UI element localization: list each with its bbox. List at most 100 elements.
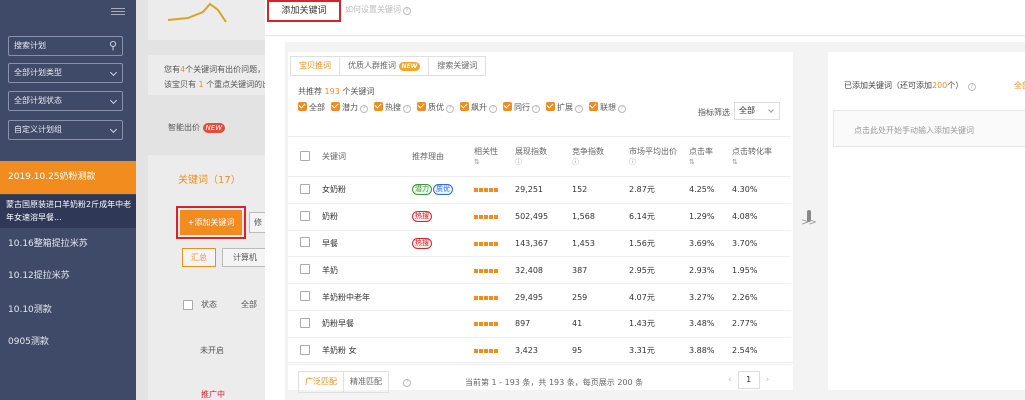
recommend-card: 宝贝推词 优质人群推词 NEW 搜索关键词 共推荐 193 个关键词 全部 潜力… (288, 52, 793, 393)
filter-kuozhan[interactable]: 扩展? (546, 102, 583, 113)
col-relevance[interactable]: 相关性 ⇅ (474, 136, 515, 177)
manual-input-area[interactable]: 点击此处开始手动输入添加关键词 (833, 110, 1025, 147)
filter-resou[interactable]: 热搜? (374, 102, 411, 113)
metric-filter-select[interactable]: 全部 (734, 102, 780, 120)
cell-avg-bid: 1.43元 (629, 310, 689, 338)
next-page-icon[interactable]: › (766, 375, 770, 385)
filter-qianli[interactable]: 潜力? (331, 102, 368, 113)
col-cvr[interactable]: 点击转化率 ⇅ (732, 136, 791, 177)
reason-tag: 质优 (433, 184, 453, 196)
filter-tonghang[interactable]: 同行? (503, 102, 540, 113)
sidebar-plan-item[interactable]: 0905测款 (0, 334, 136, 347)
bg-row-checkbox[interactable] (183, 300, 193, 312)
sidebar-plan-item[interactable]: 10.16整箱提拉米苏 (0, 236, 136, 249)
col-competition[interactable]: 竞争指数 ⓘ (572, 136, 629, 177)
summary-button[interactable]: 汇总 (182, 248, 216, 267)
sidebar-plan-item[interactable]: 蒙古国原装进口羊奶粉2斤成年中老年女速溶早餐... (0, 195, 136, 228)
filter-lianxiang[interactable]: 联想? (589, 102, 626, 113)
menu-collapse-icon[interactable] (111, 6, 125, 18)
table-row[interactable]: 羊奶粉 女 3,423 95 3.31元 3.88% 2.54% (288, 337, 791, 365)
table-row[interactable]: 女奶粉 潜力 质优 29,251 152 2.87元 4.25% 4.30% (288, 176, 791, 204)
row-checkbox[interactable] (288, 256, 322, 285)
select-all-checkbox[interactable] (288, 136, 322, 177)
plan-type-select[interactable]: 全部计划类型 (8, 63, 123, 83)
sidebar-plan-label: 0905测款 (8, 337, 49, 347)
col-show-index[interactable]: 展现指数 ⓘ (515, 136, 572, 177)
cell-competition: 1,568 (572, 203, 629, 231)
table-row[interactable]: 早餐 热搜 143,367 1,453 1.56元 3.69% 3.70% (288, 230, 791, 258)
cell-show-index: 29,251 (515, 176, 572, 204)
cell-ctr: 1.29% (689, 203, 732, 231)
cell-competition: 1,453 (572, 230, 629, 258)
row-checkbox[interactable] (288, 283, 322, 311)
filter-all[interactable]: 全部 (298, 102, 325, 113)
computer-button[interactable]: 计算机 (222, 248, 268, 267)
cell-cvr: 4.08% (732, 203, 791, 231)
sidebar-plan-label: 10.10测款 (8, 305, 52, 315)
cell-competition: 259 (572, 283, 629, 311)
row-checkbox[interactable] (288, 203, 322, 231)
status-header[interactable]: 状态 (201, 299, 217, 310)
move-right-icon[interactable]: >> (801, 217, 817, 228)
sidebar-plan-item[interactable]: 10.12提拉米苏 (0, 268, 136, 281)
sidebar-plan-item[interactable]: 2019.10.25奶粉测款 (0, 161, 136, 194)
cell-ctr: 3.27% (689, 283, 732, 311)
added-keywords-card: 已添加关键词（还可添加200个） ? 全部 点击此处开始手动输入添加关键词 (828, 52, 1025, 390)
add-keyword-button[interactable]: +添加关键词 (176, 206, 246, 239)
plan-type-value: 全部计划类型 (14, 68, 62, 77)
row-checkbox[interactable] (288, 337, 322, 365)
col-ctr[interactable]: 点击率 ⇅ (689, 136, 732, 177)
table-row[interactable]: 奶粉 热搜 502,495 1,568 6.14元 1.29% 4.08% (288, 203, 791, 231)
col-avg-bid[interactable]: 市场平均出价 ⓘ (629, 136, 689, 177)
tab-how-to-set[interactable]: 如何设置关键词? (345, 4, 411, 15)
all-link[interactable]: 全部 (1014, 80, 1025, 91)
smart-bid-label[interactable]: 智能出价 NEW (168, 122, 226, 133)
table-row[interactable]: 羊奶 32,408 387 2.95元 2.93% 1.95% (288, 256, 791, 285)
keywords-title: 关键词（17） (178, 175, 241, 186)
help-icon: ? (967, 83, 976, 91)
cell-relevance (474, 176, 515, 204)
col-keyword: 关键词 (322, 136, 412, 177)
metric-filter-label: 指标筛选 (698, 108, 730, 117)
prev-page-icon[interactable]: ‹ (728, 375, 732, 385)
row-checkbox[interactable] (288, 230, 322, 258)
row-checkbox[interactable] (288, 310, 322, 338)
relevance-bars (474, 188, 498, 193)
cell-competition: 387 (572, 256, 629, 285)
tab-add-keyword[interactable]: 添加关键词 (267, 0, 341, 22)
cell-cvr: 2.26% (732, 283, 791, 311)
cell-avg-bid: 4.07元 (629, 283, 689, 311)
plan-status-select[interactable]: 全部计划状态 (8, 91, 123, 111)
chevron-down-icon (109, 96, 118, 105)
all-header[interactable]: 全部 (241, 299, 257, 310)
sidebar-plan-label: 10.16整箱提拉米苏 (8, 239, 88, 249)
cell-keyword: 羊奶粉中老年 (322, 283, 412, 311)
tab-search-keyword[interactable]: 搜索关键词 (429, 57, 485, 75)
table-row[interactable]: 奶粉早餐 897 41 1.43元 3.48% 2.77% (288, 310, 791, 338)
new-badge: NEW (202, 123, 226, 133)
tab-exact-match[interactable]: 精准匹配 (344, 372, 388, 392)
row-checkbox[interactable] (288, 176, 322, 204)
tab-item-recommend[interactable]: 宝贝推词 (291, 57, 340, 75)
cell-reason (412, 310, 474, 338)
cell-show-index: 29,495 (515, 283, 572, 311)
sidebar-plan-item[interactable]: 10.10测款 (0, 302, 136, 315)
filter-zhiyou[interactable]: 质优? (417, 102, 454, 113)
tab-crowd-recommend[interactable]: 优质人群推词 NEW (340, 57, 430, 75)
added-keywords-title: 已添加关键词（还可添加200个） ? (844, 80, 976, 91)
notice-line-1: 您有4个关键词有出价问题， (164, 65, 266, 74)
relevance-bars (474, 268, 498, 273)
checkbox-checked-icon (589, 102, 598, 111)
plan-group-select[interactable]: 自定义计划组 (8, 120, 123, 140)
help-icon[interactable]: ? (403, 379, 411, 387)
cell-show-index: 502,495 (515, 203, 572, 231)
tab-broad-match[interactable]: 广泛匹配 (299, 372, 344, 392)
help-icon: ? (403, 7, 411, 15)
filter-biaosheng[interactable]: 飙升? (460, 102, 497, 113)
table-row[interactable]: 羊奶粉中老年 29,495 259 4.07元 3.27% 2.26% (288, 283, 791, 311)
plan-search-input[interactable]: 搜索计划 ⚲ (8, 36, 123, 56)
col-reason: 推荐理由 (412, 136, 474, 177)
cell-avg-bid: 3.31元 (629, 337, 689, 365)
page-number-button[interactable]: 1 (737, 371, 760, 389)
relevance-bars (474, 322, 498, 327)
